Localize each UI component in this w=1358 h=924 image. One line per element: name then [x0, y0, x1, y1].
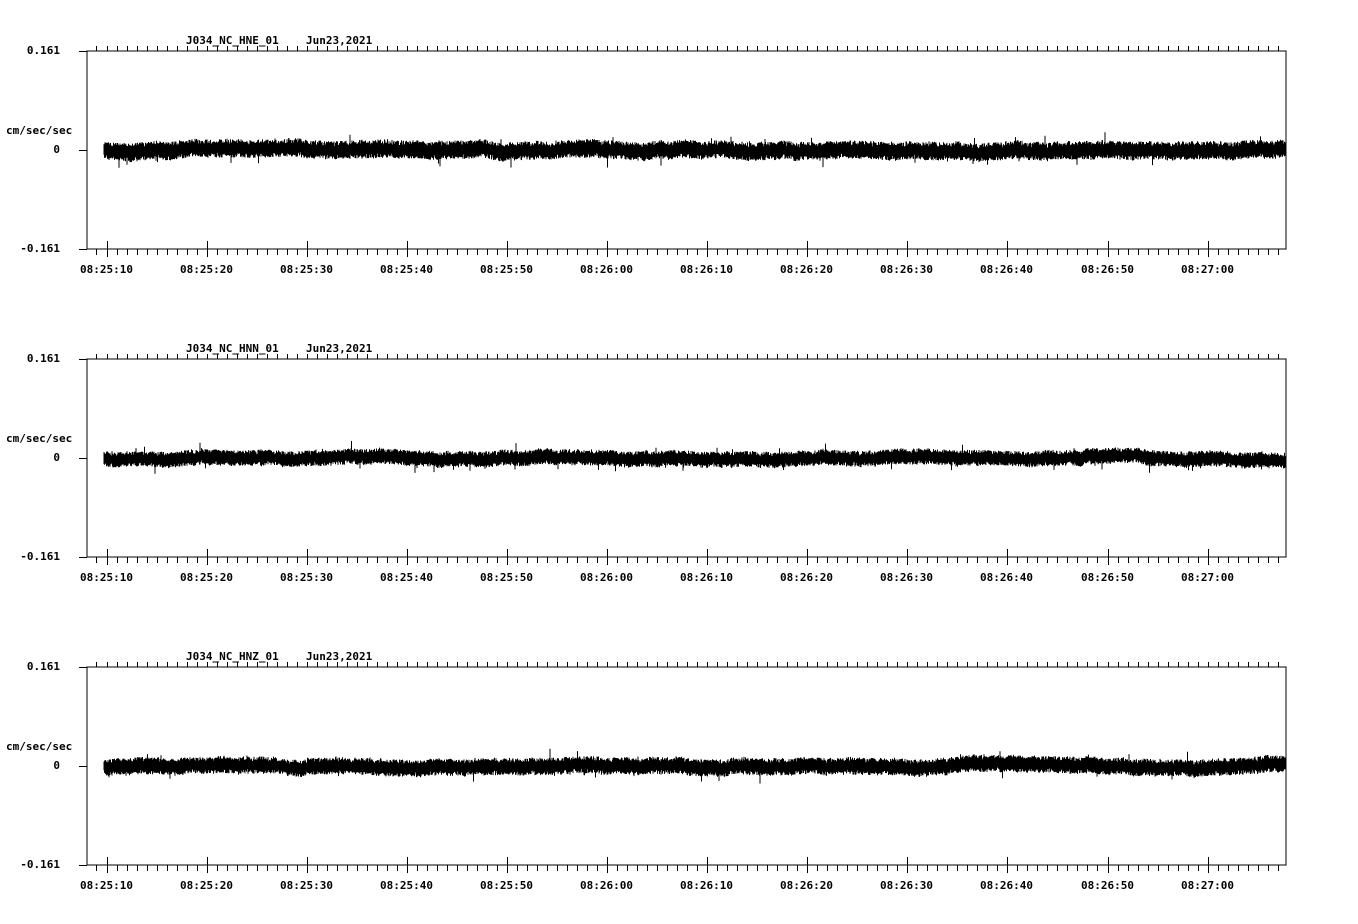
x-tick-label: 08:26:10 [680, 571, 733, 584]
y-axis-label: cm/sec/sec [6, 124, 73, 137]
x-tick-label: 08:25:20 [180, 263, 233, 276]
x-tick-label: 08:25:20 [180, 879, 233, 892]
x-tick-label: 08:26:40 [980, 571, 1033, 584]
x-tick-label: 08:26:50 [1081, 571, 1134, 584]
y-tick-label: 0.161 [26, 44, 60, 57]
x-tick-label: 08:26:20 [780, 263, 833, 276]
x-tick-label: 08:26:00 [580, 263, 633, 276]
x-tick-label: 08:26:20 [780, 571, 833, 584]
y-axis-label: cm/sec/sec [6, 432, 73, 445]
x-tick-label: 08:25:50 [480, 571, 533, 584]
panel-title: J034_NC_HNE_01 [186, 34, 279, 47]
x-tick-label: 08:25:50 [480, 263, 533, 276]
x-tick-label: 08:25:40 [380, 263, 433, 276]
seismogram-figure [79, 46, 1287, 873]
y-tick-label: -0.161 [20, 550, 60, 563]
x-tick-label: 08:25:30 [280, 571, 333, 584]
x-tick-label: 08:25:30 [280, 879, 333, 892]
x-tick-label: 08:26:20 [780, 879, 833, 892]
waveform-trace [103, 748, 1287, 784]
waveform-trace [103, 441, 1287, 474]
panel-title: J034_NC_HNZ_01 [186, 650, 279, 663]
panel-title: J034_NC_HNN_01 [186, 342, 279, 355]
x-tick-label: 08:27:00 [1181, 263, 1234, 276]
x-tick-label: 08:26:50 [1081, 879, 1134, 892]
y-tick-label: -0.161 [20, 858, 60, 871]
y-axis-label: cm/sec/sec [6, 740, 73, 753]
y-tick-label: 0 [53, 143, 60, 156]
waveform-trace [103, 132, 1287, 168]
x-tick-label: 08:26:10 [680, 263, 733, 276]
x-tick-label: 08:26:30 [880, 263, 933, 276]
x-tick-label: 08:25:20 [180, 571, 233, 584]
x-tick-label: 08:26:50 [1081, 263, 1134, 276]
y-tick-label: -0.161 [20, 242, 60, 255]
x-tick-label: 08:27:00 [1181, 571, 1234, 584]
x-tick-label: 08:25:10 [80, 879, 133, 892]
x-tick-label: 08:26:30 [880, 879, 933, 892]
y-tick-label: 0.161 [26, 660, 60, 673]
x-tick-label: 08:26:40 [980, 879, 1033, 892]
y-tick-label: 0 [53, 759, 60, 772]
x-tick-label: 08:26:00 [580, 879, 633, 892]
panel-date: Jun23,2021 [306, 650, 373, 663]
x-tick-label: 08:25:30 [280, 263, 333, 276]
x-tick-label: 08:26:40 [980, 263, 1033, 276]
x-tick-label: 08:25:40 [380, 879, 433, 892]
x-tick-label: 08:25:10 [80, 263, 133, 276]
y-tick-label: 0 [53, 451, 60, 464]
y-tick-label: 0.161 [26, 352, 60, 365]
panel-date: Jun23,2021 [306, 342, 373, 355]
x-tick-label: 08:27:00 [1181, 879, 1234, 892]
x-tick-label: 08:25:40 [380, 571, 433, 584]
x-tick-label: 08:26:30 [880, 571, 933, 584]
x-tick-label: 08:26:10 [680, 879, 733, 892]
x-tick-label: 08:26:00 [580, 571, 633, 584]
x-tick-label: 08:25:50 [480, 879, 533, 892]
x-tick-label: 08:25:10 [80, 571, 133, 584]
panel-date: Jun23,2021 [306, 34, 373, 47]
